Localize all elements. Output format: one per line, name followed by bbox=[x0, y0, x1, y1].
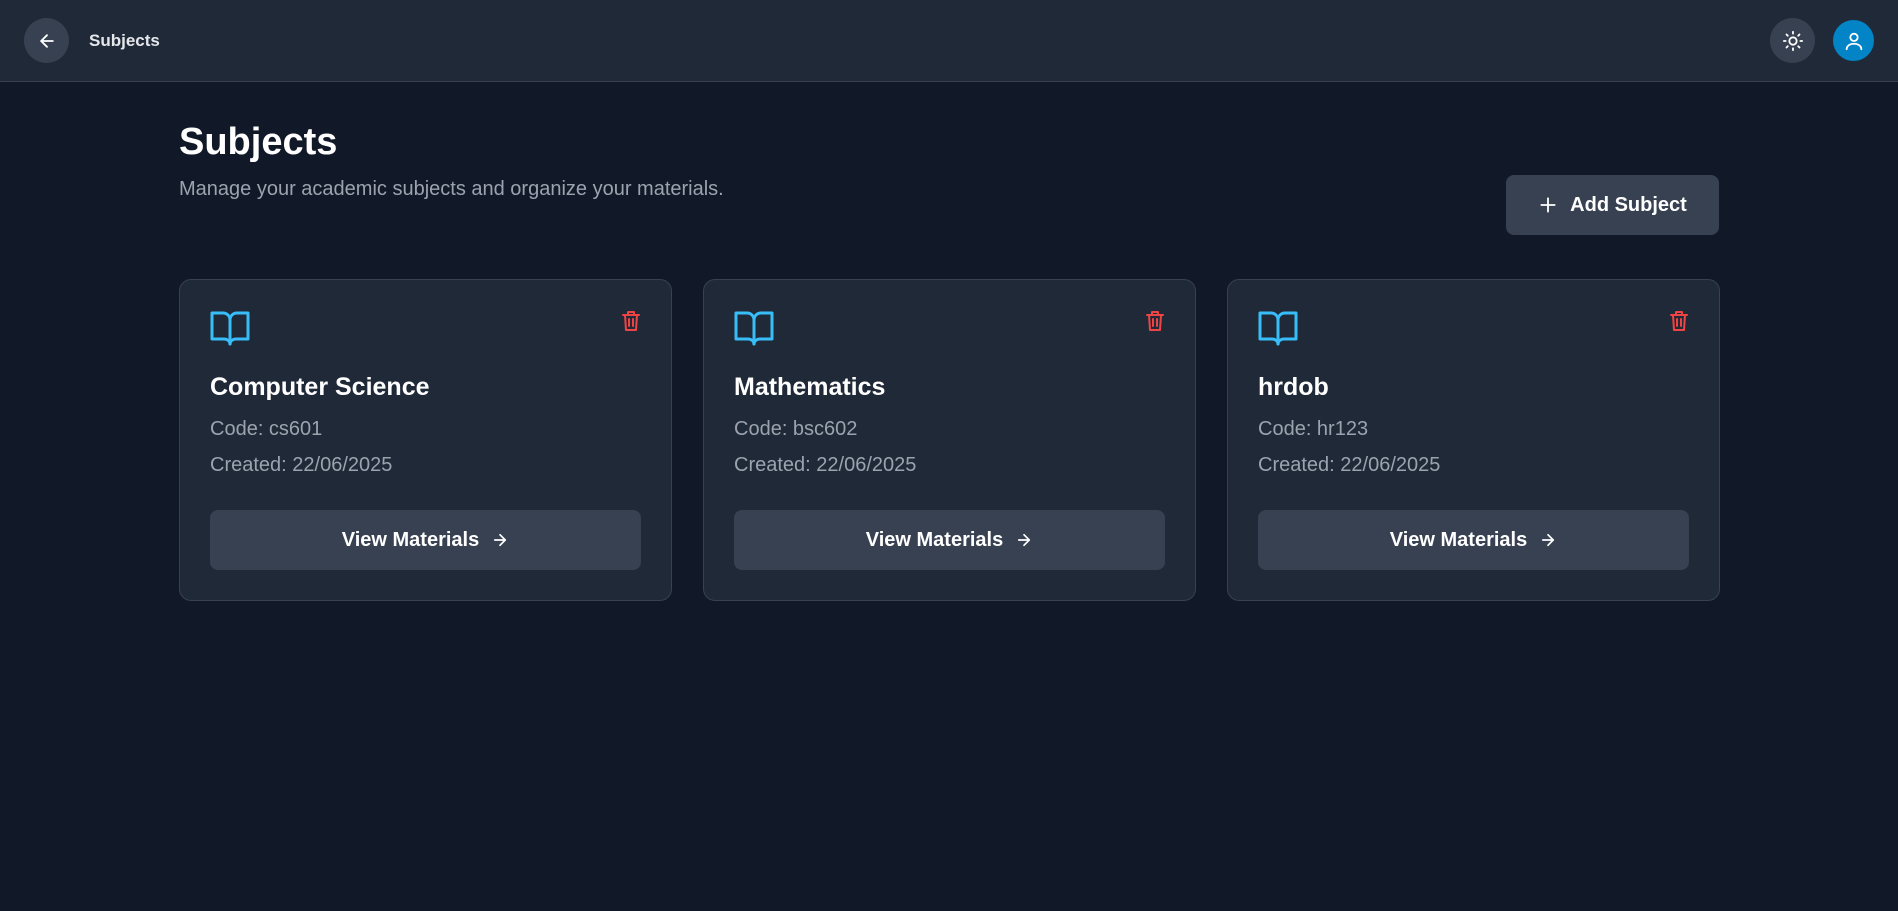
subject-name: Mathematics bbox=[734, 373, 886, 401]
page-subtitle: Manage your academic subjects and organi… bbox=[179, 177, 724, 200]
arrow-right-icon bbox=[1018, 533, 1031, 547]
plus-icon bbox=[1540, 197, 1556, 213]
trash-icon[interactable] bbox=[621, 310, 641, 332]
subject-code: Code: hr123 bbox=[1258, 418, 1369, 440]
view-materials-button[interactable]: View Materials bbox=[734, 510, 1165, 570]
view-materials-label: View Materials bbox=[865, 528, 1004, 551]
subject-code: Code: bsc602 bbox=[734, 418, 858, 440]
view-materials-label: View Materials bbox=[341, 528, 480, 551]
theme-toggle-button[interactable] bbox=[1770, 18, 1815, 63]
subject-card: Mathematics Code: bsc602 Created: 22/06/… bbox=[703, 279, 1196, 601]
add-subject-label: Add Subject bbox=[1570, 193, 1687, 216]
topbar-actions bbox=[1770, 18, 1874, 63]
subject-name: Computer Science bbox=[210, 373, 430, 401]
subject-created-date: Created: 22/06/2025 bbox=[210, 454, 393, 476]
subject-name: hrdob bbox=[1258, 373, 1329, 401]
subject-code: Code: cs601 bbox=[210, 418, 323, 440]
main-content: Subjects Manage your academic subjects a… bbox=[179, 82, 1720, 601]
page-heading: Subjects Manage your academic subjects a… bbox=[179, 121, 724, 201]
back-button[interactable] bbox=[24, 18, 69, 63]
subject-created-date: Created: 22/06/2025 bbox=[734, 454, 917, 476]
topbar-title: Subjects bbox=[89, 30, 160, 50]
trash-icon[interactable] bbox=[1669, 310, 1689, 332]
trash-icon[interactable] bbox=[1145, 310, 1165, 332]
subject-created-date: Created: 22/06/2025 bbox=[1258, 454, 1441, 476]
sun-icon bbox=[1782, 30, 1803, 51]
book-open-icon bbox=[210, 311, 250, 346]
arrow-left-icon bbox=[39, 33, 54, 48]
view-materials-label: View Materials bbox=[1389, 528, 1528, 551]
arrow-right-icon bbox=[494, 533, 507, 547]
subject-cards: Computer Science Code: cs601 Created: 22… bbox=[179, 279, 1720, 601]
subject-card: hrdob Code: hr123 Created: 22/06/2025 Vi… bbox=[1227, 279, 1720, 601]
arrow-right-icon bbox=[1542, 533, 1555, 547]
view-materials-button[interactable]: View Materials bbox=[210, 510, 641, 570]
add-subject-button[interactable]: Add Subject bbox=[1506, 175, 1719, 235]
user-avatar-button[interactable] bbox=[1833, 20, 1874, 61]
book-open-icon bbox=[1258, 311, 1298, 346]
book-open-icon bbox=[734, 311, 774, 346]
top-bar: Subjects bbox=[0, 0, 1898, 82]
subject-card: Computer Science Code: cs601 Created: 22… bbox=[179, 279, 672, 601]
page-title: Subjects bbox=[179, 121, 338, 163]
view-materials-button[interactable]: View Materials bbox=[1258, 510, 1689, 570]
page-header: Subjects Manage your academic subjects a… bbox=[179, 82, 1719, 235]
user-icon bbox=[1845, 32, 1862, 50]
